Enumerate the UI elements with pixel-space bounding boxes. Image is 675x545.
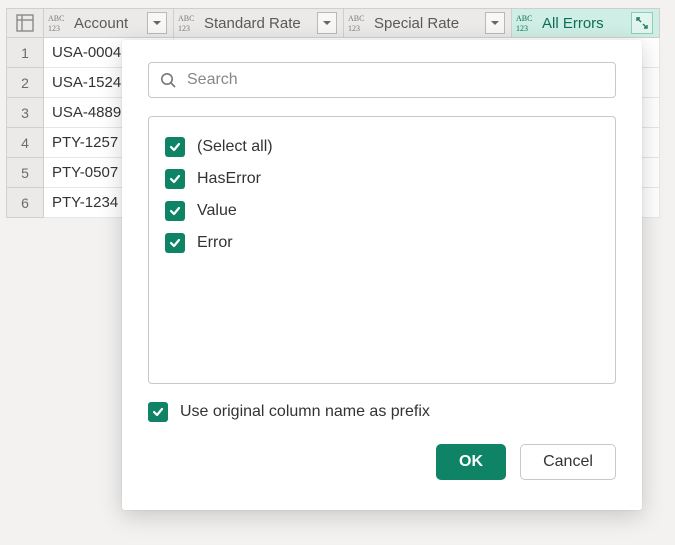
datatype-any-icon: ABC 123 [348, 12, 370, 34]
option-error[interactable]: Error [161, 227, 603, 259]
search-input[interactable] [185, 70, 605, 90]
checkbox-checked[interactable] [148, 402, 168, 422]
column-header-special-rate[interactable]: ABC 123 Special Rate [344, 8, 512, 38]
column-header-all-errors[interactable]: ABC 123 All Errors [512, 8, 660, 38]
expand-icon [635, 16, 649, 30]
option-select-all[interactable]: (Select all) [161, 131, 603, 163]
cancel-button[interactable]: Cancel [520, 444, 616, 480]
ok-button[interactable]: OK [436, 444, 506, 480]
column-label: Standard Rate [204, 15, 313, 32]
checkbox-checked[interactable] [165, 169, 185, 189]
row-number: 2 [6, 68, 44, 98]
column-header-account[interactable]: ABC 123 Account [44, 8, 174, 38]
svg-text:ABC: ABC [48, 14, 64, 23]
check-icon [168, 204, 182, 218]
row-number: 3 [6, 98, 44, 128]
row-number: 5 [6, 158, 44, 188]
column-label: Account [74, 15, 143, 32]
column-filter-dropdown[interactable] [147, 12, 167, 34]
svg-text:123: 123 [178, 24, 190, 33]
checkbox-checked[interactable] [165, 233, 185, 253]
option-label: HasError [197, 170, 261, 188]
check-icon [168, 172, 182, 186]
svg-text:123: 123 [48, 24, 60, 33]
option-value[interactable]: Value [161, 195, 603, 227]
chevron-down-icon [490, 18, 500, 28]
expand-column-panel: (Select all) HasError Value Error Use or… [122, 40, 642, 510]
chevron-down-icon [322, 18, 332, 28]
svg-text:ABC: ABC [348, 14, 364, 23]
option-label: Value [197, 202, 237, 220]
search-box[interactable] [148, 62, 616, 98]
svg-text:ABC: ABC [516, 14, 532, 23]
row-number: 6 [6, 188, 44, 218]
column-filter-dropdown[interactable] [485, 12, 505, 34]
column-header-standard-rate[interactable]: ABC 123 Standard Rate [174, 8, 344, 38]
ok-button-label: OK [459, 453, 483, 471]
table-icon [16, 14, 34, 32]
check-icon [168, 140, 182, 154]
header-row: ABC 123 Account ABC 123 Standard Rate [6, 8, 661, 38]
svg-text:123: 123 [516, 24, 528, 33]
cancel-button-label: Cancel [543, 453, 593, 471]
checkbox-checked[interactable] [165, 201, 185, 221]
option-has-error[interactable]: HasError [161, 163, 603, 195]
check-icon [151, 405, 165, 419]
prefix-label: Use original column name as prefix [180, 403, 430, 421]
column-expand-button[interactable] [631, 12, 653, 34]
column-label: All Errors [542, 15, 627, 32]
svg-text:123: 123 [348, 24, 360, 33]
column-label: Special Rate [374, 15, 481, 32]
svg-text:ABC: ABC [178, 14, 194, 23]
chevron-down-icon [152, 18, 162, 28]
datatype-any-icon: ABC 123 [48, 12, 70, 34]
option-label: Error [197, 234, 233, 252]
check-icon [168, 236, 182, 250]
column-select-list: (Select all) HasError Value Error [148, 116, 616, 384]
select-all-cell[interactable] [6, 8, 44, 38]
option-label: (Select all) [197, 138, 273, 156]
prefix-option[interactable]: Use original column name as prefix [148, 402, 616, 422]
row-number: 1 [6, 38, 44, 68]
button-row: OK Cancel [148, 444, 616, 480]
row-number: 4 [6, 128, 44, 158]
search-icon [159, 71, 177, 89]
datatype-any-icon: ABC 123 [178, 12, 200, 34]
datatype-any-icon: ABC 123 [516, 12, 538, 34]
checkbox-checked[interactable] [165, 137, 185, 157]
column-filter-dropdown[interactable] [317, 12, 337, 34]
